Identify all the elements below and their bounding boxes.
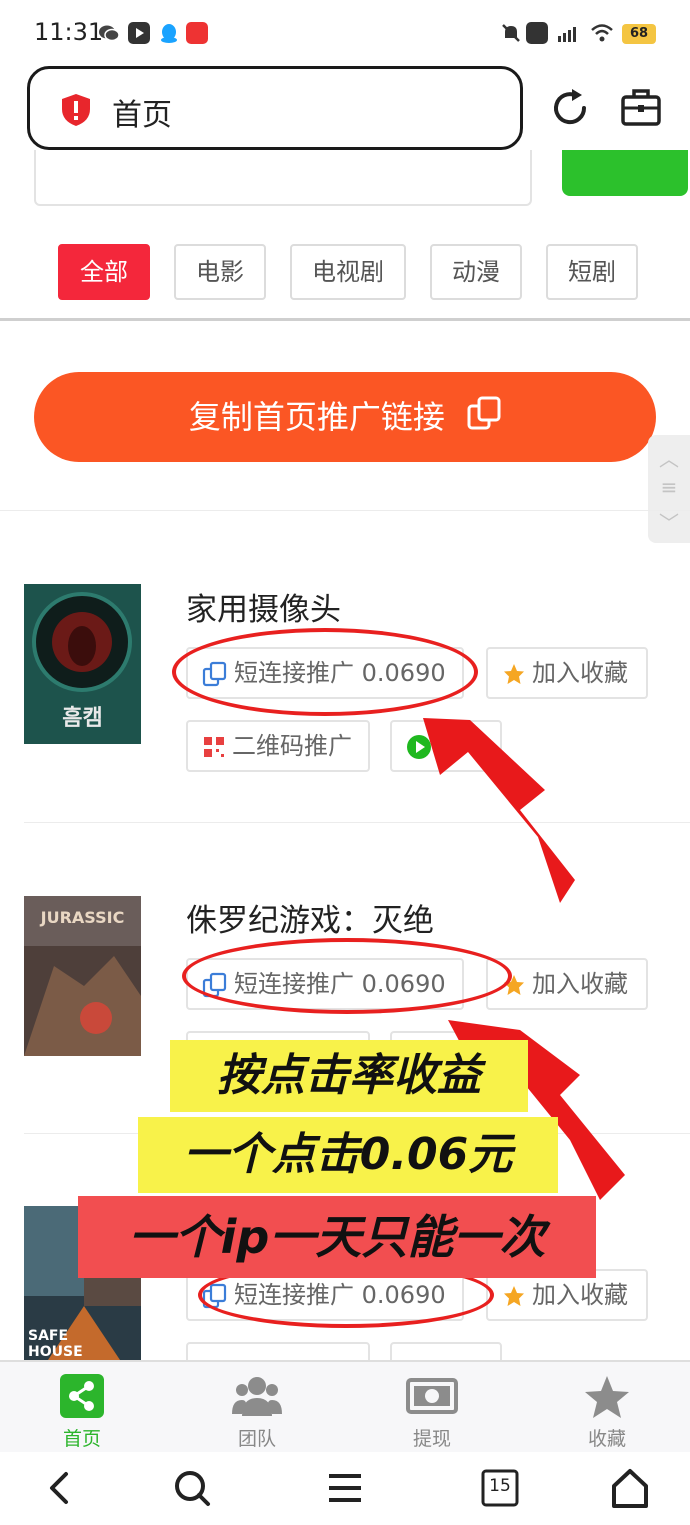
bottom-nav: 首页 团队 提现 收藏 (0, 1360, 690, 1452)
nav-favorites-label: 收藏 (587, 1428, 626, 1450)
share-icon (60, 1374, 104, 1418)
annotation-banner-line2: 一个点击0.06元 (138, 1117, 558, 1193)
tabs-button[interactable]: 15 (478, 1466, 522, 1510)
menu-icon[interactable] (323, 1466, 367, 1510)
home-icon[interactable] (608, 1466, 652, 1510)
annotation-banner-line1: 按点击率收益 (170, 1040, 528, 1112)
nav-home-label: 首页 (62, 1428, 101, 1450)
nav-team-label: 团队 (237, 1428, 276, 1450)
tabs-count: 15 (489, 1476, 511, 1496)
nav-favorites[interactable]: 收藏 (547, 1362, 667, 1454)
nav-team[interactable]: 团队 (197, 1362, 317, 1454)
cash-icon (406, 1378, 458, 1414)
team-icon (232, 1377, 282, 1416)
annotation-banner-line3: 一个ip一天只能一次 (78, 1196, 596, 1278)
system-nav-bar: 15 (0, 1452, 690, 1525)
annotation-arrows (423, 718, 625, 1200)
nav-withdraw-label: 提现 (412, 1428, 451, 1450)
search-icon[interactable] (170, 1466, 214, 1510)
red-arrow (423, 718, 575, 903)
nav-home[interactable]: 首页 (22, 1362, 142, 1454)
nav-withdraw[interactable]: 提现 (372, 1362, 492, 1454)
star-icon (585, 1376, 629, 1418)
back-icon[interactable] (38, 1466, 82, 1510)
